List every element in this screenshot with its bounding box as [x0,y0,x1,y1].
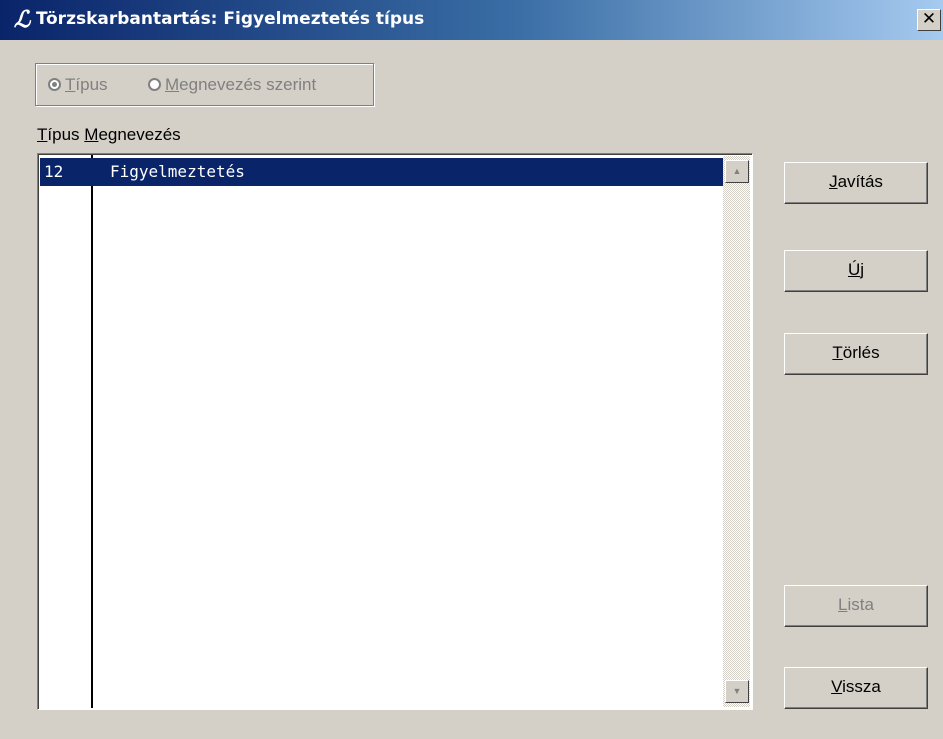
column-headers: Típus Megnevezés [37,125,181,145]
edit-button[interactable]: Javítás [784,162,928,204]
sort-by-type-radio[interactable]: Típus [48,75,108,95]
row-name-cell: Figyelmeztetés [110,162,245,181]
arrow-up-icon: ▲ [732,166,742,176]
radio-checked-icon [48,78,61,91]
column-header-name[interactable]: Megnevezés [84,125,180,144]
column-divider [91,155,93,708]
sort-by-name-radio[interactable]: Megnevezés szerint [148,75,316,95]
type-list[interactable]: 12 Figyelmeztetés ▲ ▼ [37,153,753,710]
sort-radio-group: Típus Megnevezés szerint [35,63,374,106]
scroll-down-button[interactable]: ▼ [725,680,749,703]
app-logo-icon: ℒ [13,6,31,33]
list-row-selected[interactable]: 12 Figyelmeztetés [40,158,723,186]
window-title: Törzskarbantartás: Figyelmeztetés típus [36,9,425,29]
close-button[interactable]: ✕ [917,9,941,31]
close-icon: ✕ [921,9,937,29]
list-button[interactable]: Lista [784,585,928,627]
radio-unchecked-icon [148,78,161,91]
vertical-scrollbar[interactable]: ▲ ▼ [723,156,750,707]
column-header-type[interactable]: Típus [37,125,80,144]
title-bar: ℒ Törzskarbantartás: Figyelmeztetés típu… [0,0,943,40]
delete-button[interactable]: Törlés [784,333,928,375]
new-button[interactable]: Új [784,250,928,292]
scroll-up-button[interactable]: ▲ [725,160,749,183]
row-type-cell: 12 [44,162,64,181]
back-button[interactable]: Vissza [784,667,928,709]
arrow-down-icon: ▼ [732,686,742,696]
